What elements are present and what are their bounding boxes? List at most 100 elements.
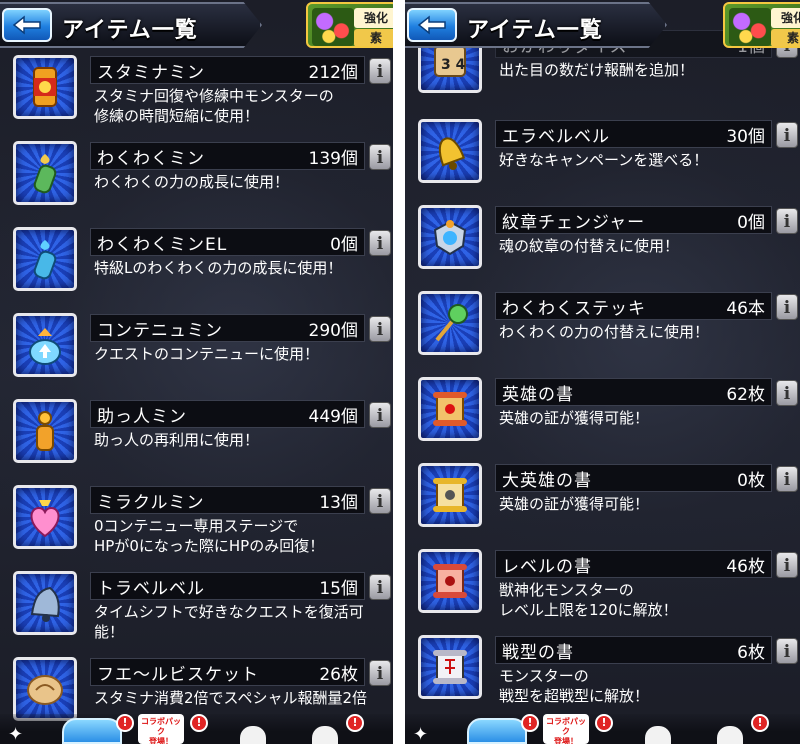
enhance-button[interactable]: 強化 素 — [723, 2, 800, 48]
info-button[interactable]: i — [369, 574, 391, 600]
info-button[interactable]: i — [776, 380, 798, 406]
item-description: 英雄の証が獲得可能！ — [499, 495, 650, 513]
info-button[interactable]: i — [776, 638, 798, 664]
travel-bell-icon — [13, 571, 77, 635]
item-name-bar: ミラクルミン 13個 — [90, 486, 365, 514]
item-name: わくわくミン — [97, 148, 205, 169]
info-button[interactable]: i — [369, 230, 391, 256]
item-count: 62枚 — [726, 384, 765, 405]
menu-tab-button[interactable] — [645, 726, 671, 744]
menu-tab-button[interactable] — [717, 726, 743, 744]
info-button[interactable]: i — [776, 122, 798, 148]
gold-bell-icon — [418, 119, 482, 183]
biscuit-icon — [13, 657, 77, 721]
list-item[interactable]: 紋章チェンジャー 0個 i 魂の紋章の付替えに使用！ — [405, 204, 800, 290]
menu-tab-button[interactable] — [312, 726, 338, 744]
item-count: 212個 — [308, 62, 358, 83]
item-name-bar: トラベルベル 15個 — [90, 572, 365, 600]
item-name-bar: スタミナミン 212個 — [90, 56, 365, 84]
item-name-bar: 英雄の書 62枚 — [495, 378, 772, 406]
item-name: 戦型の書 — [502, 642, 574, 663]
item-name-bar: わくわくミン 139個 — [90, 142, 365, 170]
item-name: スタミナミン — [97, 62, 205, 83]
enhance-button[interactable]: 強化 素 — [306, 2, 393, 48]
list-item[interactable]: 戦型の書 6枚 i モンスターの 戦型を超戦型に解放！ — [405, 634, 800, 720]
item-name-bar: 大英雄の書 0枚 — [495, 464, 772, 492]
page-title: アイテム一覧 — [467, 18, 603, 43]
item-description: クエストのコンテニューに使用！ — [94, 345, 320, 363]
great-hero-scroll-icon — [418, 463, 482, 527]
left-item-list-screen: スタミナミン 212個 i スタミナ回復や修練中モンスターの 修練の時間短縮に使… — [0, 0, 393, 744]
item-name: 英雄の書 — [502, 384, 574, 405]
item-description: スタミナ回復や修練中モンスターの 修練の時間短縮に使用！ — [94, 87, 334, 125]
item-description: 助っ人の再利用に使用！ — [94, 431, 260, 449]
star-icon[interactable]: ✦ — [413, 724, 435, 744]
blue-sprout-bottle-icon — [13, 227, 77, 291]
info-button[interactable]: i — [776, 294, 798, 320]
item-name: 大英雄の書 — [502, 470, 592, 491]
item-description: スタミナ消費2倍でスペシャル報酬量2倍 — [94, 689, 368, 707]
emblem-changer-icon — [418, 205, 482, 269]
item-description: 英雄の証が獲得可能！ — [499, 409, 650, 427]
list-item[interactable]: スタミナミン 212個 i スタミナ回復や修練中モンスターの 修練の時間短縮に使… — [0, 54, 393, 140]
item-name: 紋章チェンジャー — [502, 212, 646, 233]
info-button[interactable]: i — [369, 660, 391, 686]
heart-potion-icon — [13, 485, 77, 549]
item-description: わくわくの力の成長に使用！ — [94, 173, 290, 191]
enhance-label: 強化 — [354, 8, 393, 28]
enhance-label: 強化 — [771, 8, 800, 28]
alert-badge: ! — [521, 714, 539, 732]
back-button[interactable] — [2, 8, 52, 42]
level-scroll-icon — [418, 549, 482, 613]
header: アイテム一覧 強化 素 — [405, 0, 800, 50]
menu-tab-button[interactable] — [62, 718, 122, 744]
material-label: 素 — [771, 29, 800, 46]
item-count: 46本 — [726, 298, 765, 319]
orbs-icon — [312, 8, 354, 46]
info-button[interactable]: i — [369, 58, 391, 84]
item-count: 449個 — [308, 406, 358, 427]
list-item[interactable]: わくわくステッキ 46本 i わくわくの力の付替えに使用！ — [405, 290, 800, 376]
item-count: 15個 — [319, 578, 358, 599]
item-name-bar: フエ〜ルビスケット 26枚 — [90, 658, 365, 686]
item-name: トラベルベル — [97, 578, 205, 599]
list-item[interactable]: ミラクルミン 13個 i 0コンテニュー専用ステージで HPが0になった際にHP… — [0, 484, 393, 570]
item-description: 魂の紋章の付替えに使用！ — [499, 237, 680, 255]
list-item[interactable]: コンテニュミン 290個 i クエストのコンテニューに使用！ — [0, 312, 393, 398]
item-description: 獣神化モンスターの レベル上限を120に解放！ — [499, 581, 678, 619]
list-item[interactable]: エラベルベル 30個 i 好きなキャンペーンを選べる！ — [405, 118, 800, 204]
star-icon[interactable]: ✦ — [8, 724, 30, 744]
menu-tab-button[interactable] — [467, 718, 527, 744]
item-description: 出た目の数だけ報酬を追加！ — [499, 61, 695, 79]
item-name-bar: レベルの書 46枚 — [495, 550, 772, 578]
continue-flask-icon — [13, 313, 77, 377]
collab-pack-banner[interactable]: コラボパック 登場！ — [138, 714, 184, 744]
info-button[interactable]: i — [369, 488, 391, 514]
item-name-bar: 戦型の書 6枚 — [495, 636, 772, 664]
info-button[interactable]: i — [776, 208, 798, 234]
alert-badge: ! — [116, 714, 134, 732]
helper-bottle-icon — [13, 399, 77, 463]
list-item[interactable]: わくわくミン 139個 i わくわくの力の成長に使用！ — [0, 140, 393, 226]
info-button[interactable]: i — [776, 552, 798, 578]
info-button[interactable]: i — [776, 466, 798, 492]
list-item[interactable]: 大英雄の書 0枚 i 英雄の証が獲得可能！ — [405, 462, 800, 548]
menu-tab-button[interactable] — [240, 726, 266, 744]
list-item[interactable]: レベルの書 46枚 i 獣神化モンスターの レベル上限を120に解放！ — [405, 548, 800, 634]
info-button[interactable]: i — [369, 144, 391, 170]
list-item[interactable]: 英雄の書 62枚 i 英雄の証が獲得可能！ — [405, 376, 800, 462]
list-item[interactable]: 助っ人ミン 449個 i 助っ人の再利用に使用！ — [0, 398, 393, 484]
collab-pack-banner[interactable]: コラボパック 登場！ — [543, 714, 589, 744]
item-count: 290個 — [308, 320, 358, 341]
item-count: 0個 — [330, 234, 358, 255]
sprout-bottle-icon — [13, 141, 77, 205]
list-item[interactable]: わくわくミンEL 0個 i 特級Lのわくわくの力の成長に使用！ — [0, 226, 393, 312]
info-button[interactable]: i — [369, 402, 391, 428]
collab-label: コラボパック 登場！ — [546, 717, 586, 744]
list-item[interactable]: トラベルベル 15個 i タイムシフトで好きなクエストを復活可能！ — [0, 570, 393, 656]
item-name-bar: 助っ人ミン 449個 — [90, 400, 365, 428]
item-description: わくわくの力の付替えに使用！ — [499, 323, 710, 341]
info-button[interactable]: i — [369, 316, 391, 342]
back-button[interactable] — [407, 8, 457, 42]
item-count: 30個 — [726, 126, 765, 147]
